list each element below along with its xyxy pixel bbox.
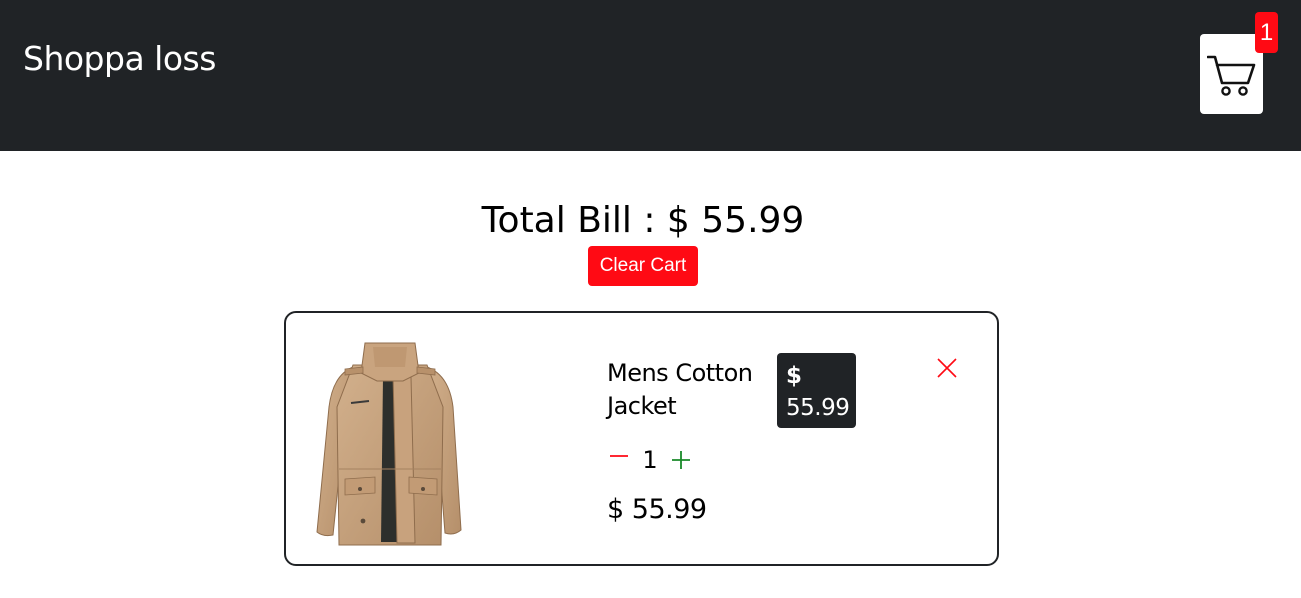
cart-button[interactable] bbox=[1200, 34, 1263, 114]
item-subtotal: $ 55.99 bbox=[607, 494, 707, 525]
price-currency: $ bbox=[786, 363, 802, 389]
jacket-image bbox=[316, 342, 462, 546]
shopping-cart-icon bbox=[1207, 55, 1256, 96]
price-value: 55.99 bbox=[786, 395, 850, 421]
cart-count-badge: 1 bbox=[1255, 12, 1278, 53]
navbar: Shoppa loss 1 bbox=[0, 0, 1301, 151]
quantity-value: 1 bbox=[642, 446, 658, 474]
minus-icon[interactable] bbox=[608, 451, 630, 461]
close-icon[interactable] bbox=[936, 357, 958, 379]
clear-cart-button[interactable]: Clear Cart bbox=[588, 246, 698, 286]
cart-item-card: Mens Cotton Jacket $ 55.99 1 $ 55.99 bbox=[284, 311, 999, 566]
plus-icon[interactable] bbox=[670, 449, 692, 471]
product-title: Mens Cotton Jacket bbox=[607, 359, 753, 420]
total-bill: Total Bill : $ 55.99 bbox=[481, 200, 805, 241]
brand-link[interactable]: Shoppa loss bbox=[23, 36, 216, 82]
price-badge: $ 55.99 bbox=[777, 353, 856, 428]
